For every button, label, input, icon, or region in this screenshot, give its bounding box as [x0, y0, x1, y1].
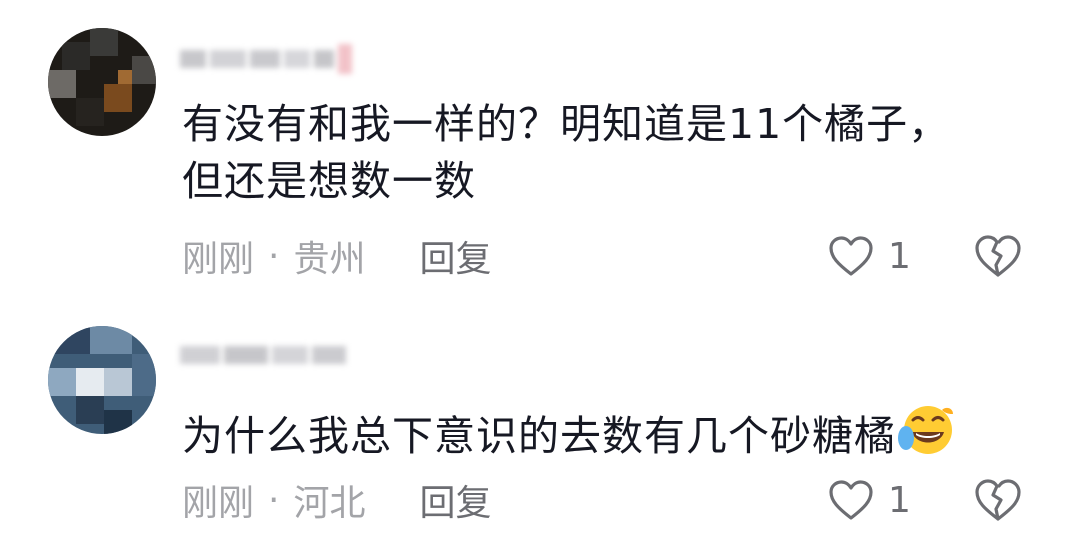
avatar[interactable]: [48, 326, 156, 434]
avatar[interactable]: [48, 28, 156, 136]
comment-location: 贵州: [293, 239, 366, 280]
laughing-crying-emoji-icon: [898, 406, 953, 454]
comment-time: 刚刚: [182, 483, 255, 524]
dislike-button[interactable]: [974, 234, 1022, 278]
heart-outline-icon: [829, 480, 873, 520]
reply-button[interactable]: 回复: [419, 230, 491, 282]
comment-meta: 刚刚 · 河北 回复: [182, 478, 492, 525]
comment-text-line: 但还是想数一数: [182, 157, 476, 205]
like-count: 1: [888, 479, 911, 521]
comment-text: 为什么我总下意识的去数有几个砂糖橘: [182, 402, 1002, 465]
heart-outline-icon: [829, 236, 873, 276]
broken-heart-icon: [975, 479, 1021, 521]
dislike-button[interactable]: [974, 478, 1022, 522]
username-blurred[interactable]: [180, 336, 346, 374]
username-blurred[interactable]: [180, 40, 352, 78]
comment-text: 有没有和我一样的？明知道是11个橘子， 但还是想数一数: [182, 96, 1002, 210]
comment-item: 有没有和我一样的？明知道是11个橘子， 但还是想数一数 刚刚 · 贵州 回复 1: [0, 0, 1080, 290]
comment-location: 河北: [293, 483, 366, 524]
comment-item: 为什么我总下意识的去数有几个砂糖橘 刚刚 · 河北 回复 1: [0, 290, 1080, 554]
meta-separator: ·: [268, 235, 280, 277]
comment-time: 刚刚: [182, 239, 255, 280]
reply-button[interactable]: 回复: [419, 474, 491, 526]
like-button[interactable]: 1: [828, 478, 911, 522]
like-count: 1: [888, 235, 911, 277]
comment-meta: 刚刚 · 贵州 回复: [182, 234, 492, 281]
comment-text-line: 有没有和我一样的？明知道是11个橘子，: [182, 100, 951, 148]
broken-heart-icon: [975, 235, 1021, 277]
meta-separator: ·: [268, 479, 280, 521]
like-button[interactable]: 1: [828, 234, 911, 278]
comment-text-line: 为什么我总下意识的去数有几个砂糖橘: [182, 402, 1002, 465]
